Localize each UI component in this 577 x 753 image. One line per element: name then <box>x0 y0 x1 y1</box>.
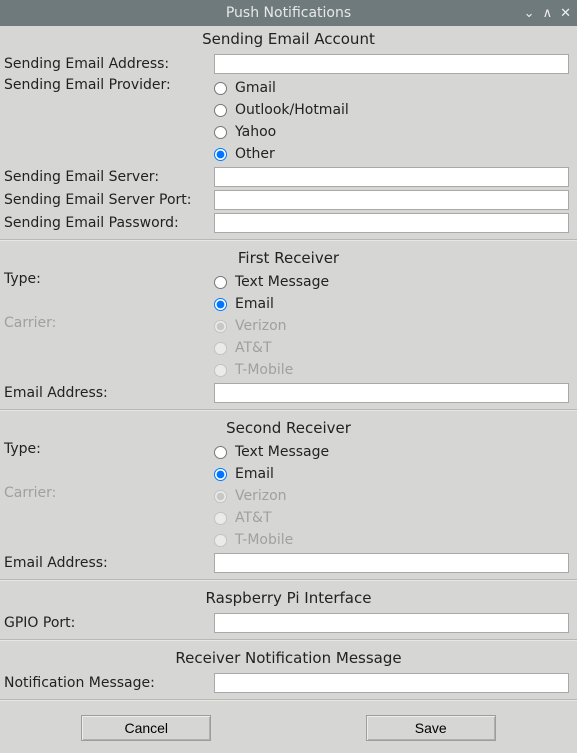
titlebar: Push Notifications ⌄ ∧ ✕ <box>0 0 577 26</box>
window-controls: ⌄ ∧ ✕ <box>524 0 571 26</box>
label-second-carrier: Carrier: <box>4 485 214 501</box>
radio-label-second-carrier-att: AT&T <box>235 510 272 526</box>
label-sending-server: Sending Email Server: <box>4 169 214 185</box>
radio-label-first-carrier-verizon: Verizon <box>235 318 287 334</box>
close-icon[interactable]: ✕ <box>560 7 571 20</box>
divider <box>0 239 577 240</box>
radio-label-second-carrier-tmobile: T-Mobile <box>235 532 293 548</box>
radio-second-carrier-tmobile: T-Mobile <box>214 529 569 551</box>
radio-input-provider-yahoo[interactable] <box>214 126 227 139</box>
input-notification-message[interactable] <box>214 673 569 693</box>
radio-first-carrier-verizon: Verizon <box>214 315 569 337</box>
radio-input-second-type-text[interactable] <box>214 446 227 459</box>
radio-label-first-carrier-att: AT&T <box>235 340 272 356</box>
radio-input-provider-outlook[interactable] <box>214 104 227 117</box>
input-first-email[interactable] <box>214 383 569 403</box>
radio-provider-outlook[interactable]: Outlook/Hotmail <box>214 99 569 121</box>
radio-label-second-type-email: Email <box>235 466 274 482</box>
window-title: Push Notifications <box>226 5 351 21</box>
input-sending-password[interactable] <box>214 213 569 233</box>
divider <box>0 579 577 580</box>
label-notification-message: Notification Message: <box>4 675 214 691</box>
radio-label-provider-outlook: Outlook/Hotmail <box>235 102 349 118</box>
label-sending-provider: Sending Email Provider: <box>4 77 214 93</box>
radio-provider-other[interactable]: Other <box>214 143 569 165</box>
radio-first-type-email[interactable]: Email <box>214 293 569 315</box>
label-sending-password: Sending Email Password: <box>4 215 214 231</box>
radio-input-second-carrier-verizon <box>214 490 227 503</box>
label-second-email: Email Address: <box>4 555 214 571</box>
radio-input-first-carrier-tmobile <box>214 364 227 377</box>
radio-second-carrier-att: AT&T <box>214 507 569 529</box>
divider <box>0 409 577 410</box>
divider <box>0 639 577 640</box>
radio-first-carrier-tmobile: T-Mobile <box>214 359 569 381</box>
label-first-type: Type: <box>4 271 214 287</box>
radio-provider-yahoo[interactable]: Yahoo <box>214 121 569 143</box>
section-header-sending: Sending Email Account <box>0 26 577 52</box>
radio-provider-gmail[interactable]: Gmail <box>214 77 569 99</box>
radio-input-second-carrier-att <box>214 512 227 525</box>
label-first-carrier: Carrier: <box>4 315 214 331</box>
radio-input-first-type-email[interactable] <box>214 298 227 311</box>
input-sending-address[interactable] <box>214 54 569 74</box>
input-gpio-port[interactable] <box>214 613 569 633</box>
radio-label-first-carrier-tmobile: T-Mobile <box>235 362 293 378</box>
minimize-icon[interactable]: ⌄ <box>524 7 535 20</box>
section-header-second-receiver: Second Receiver <box>0 415 577 441</box>
maximize-icon[interactable]: ∧ <box>543 7 553 20</box>
radio-input-first-type-text[interactable] <box>214 276 227 289</box>
radio-label-second-type-text: Text Message <box>235 444 329 460</box>
input-second-email[interactable] <box>214 553 569 573</box>
section-header-notification: Receiver Notification Message <box>0 645 577 671</box>
radio-label-provider-yahoo: Yahoo <box>235 124 276 140</box>
radio-label-first-type-email: Email <box>235 296 274 312</box>
input-sending-server[interactable] <box>214 167 569 187</box>
form-body: Sending Email Account Sending Email Addr… <box>0 26 577 753</box>
radio-input-second-carrier-tmobile <box>214 534 227 547</box>
label-sending-port: Sending Email Server Port: <box>4 192 214 208</box>
radio-first-type-text[interactable]: Text Message <box>214 271 569 293</box>
radio-label-provider-other: Other <box>235 146 275 162</box>
radio-second-type-email[interactable]: Email <box>214 463 569 485</box>
label-second-type: Type: <box>4 441 214 457</box>
label-sending-address: Sending Email Address: <box>4 56 214 72</box>
radio-input-provider-gmail[interactable] <box>214 82 227 95</box>
radio-input-first-carrier-att <box>214 342 227 355</box>
radio-first-carrier-att: AT&T <box>214 337 569 359</box>
save-button[interactable]: Save <box>366 715 496 741</box>
section-header-first-receiver: First Receiver <box>0 245 577 271</box>
section-header-rpi: Raspberry Pi Interface <box>0 585 577 611</box>
radio-input-second-type-email[interactable] <box>214 468 227 481</box>
radio-input-first-carrier-verizon <box>214 320 227 333</box>
radio-input-provider-other[interactable] <box>214 148 227 161</box>
label-gpio-port: GPIO Port: <box>4 615 214 631</box>
radio-second-type-text[interactable]: Text Message <box>214 441 569 463</box>
cancel-button[interactable]: Cancel <box>81 715 211 741</box>
radio-label-first-type-text: Text Message <box>235 274 329 290</box>
label-first-email: Email Address: <box>4 385 214 401</box>
divider <box>0 699 577 700</box>
radio-label-second-carrier-verizon: Verizon <box>235 488 287 504</box>
radio-label-provider-gmail: Gmail <box>235 80 276 96</box>
radio-second-carrier-verizon: Verizon <box>214 485 569 507</box>
button-row: Cancel Save <box>0 705 577 753</box>
input-sending-port[interactable] <box>214 190 569 210</box>
